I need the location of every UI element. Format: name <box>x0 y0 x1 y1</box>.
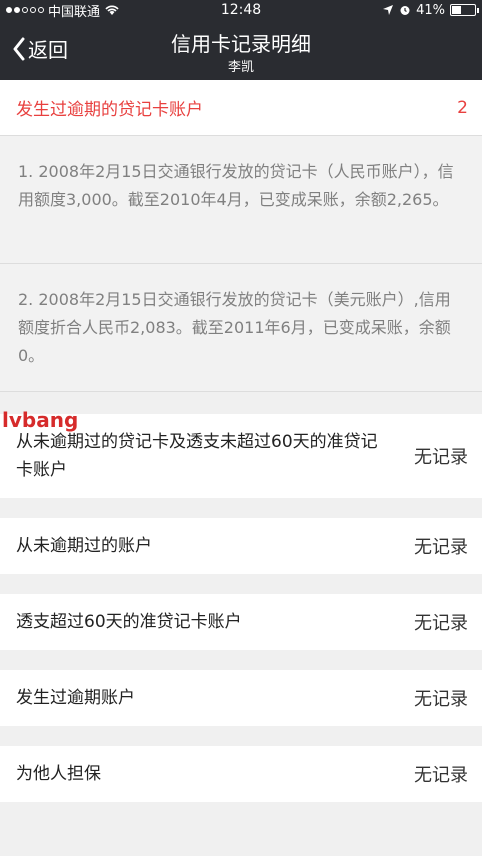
watermark: lvbang <box>2 408 79 432</box>
overdue-accounts-count: 2 <box>457 97 468 118</box>
list-item[interactable]: 发生过逾期账户 无记录 <box>0 670 482 726</box>
nav-bar: 返回 信用卡记录明细 李凯 <box>0 20 482 80</box>
list-item-label: 为他人担保 <box>16 764 101 784</box>
page-subtitle: 李凯 <box>227 60 254 75</box>
list-item-label: 从未逾期过的账户 <box>16 536 152 556</box>
signal-icon <box>6 7 44 13</box>
overdue-accounts-label: 发生过逾期的贷记卡账户 <box>16 100 203 120</box>
detail-item: 1. 2008年2月15日交通银行发放的贷记卡（人民币账户），信用额度3,000… <box>0 136 482 264</box>
list-item-label: 发生过逾期账户 <box>16 688 135 708</box>
list-item-value: 无记录 <box>414 537 468 558</box>
list-item-label: 透支超过60天的准贷记卡账户 <box>16 612 242 632</box>
list-item-value: 无记录 <box>414 613 468 634</box>
overdue-accounts-row[interactable]: 发生过逾期的贷记卡账户 2 <box>0 80 482 136</box>
list-item[interactable]: 透支超过60天的准贷记卡账户 无记录 <box>0 594 482 650</box>
alarm-icon <box>400 6 410 15</box>
list-item-value: 无记录 <box>414 689 468 710</box>
battery-icon <box>450 4 479 16</box>
battery-percent: 41% <box>416 2 445 18</box>
list-item-value: 无记录 <box>414 447 468 468</box>
list-item-value: 无记录 <box>414 765 468 786</box>
top-header: 中国联通 12:48 41% 返回 信用卡记录明细 李凯 <box>0 0 482 80</box>
location-icon <box>383 5 394 15</box>
carrier-label: 中国联通 <box>48 4 101 20</box>
list-item[interactable]: 为他人担保 无记录 <box>0 746 482 802</box>
wifi-icon <box>105 5 119 15</box>
list-item[interactable]: 从未逾期过的账户 无记录 <box>0 518 482 574</box>
detail-item: 2. 2008年2月15日交通银行发放的贷记卡（美元账户）,信用额度折合人民币2… <box>0 264 482 392</box>
status-bar: 中国联通 12:48 41% <box>0 0 482 20</box>
list-item-label: 从未逾期过的贷记卡及透支未超过60天的准贷记卡账户 <box>16 432 378 480</box>
page-title: 信用卡记录明细 <box>171 32 311 56</box>
